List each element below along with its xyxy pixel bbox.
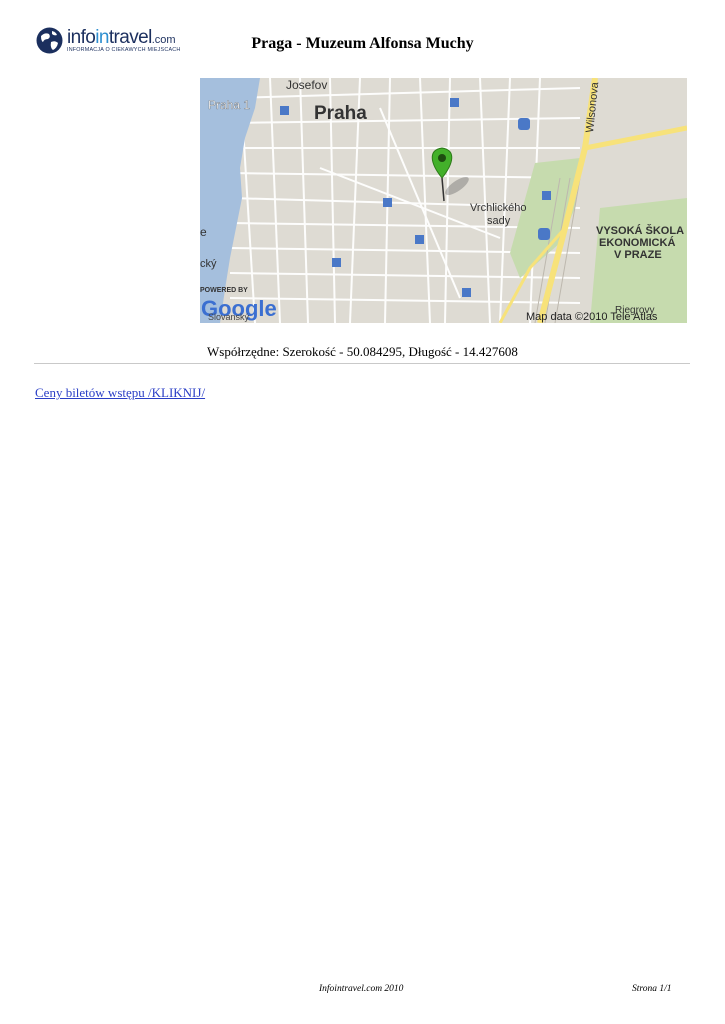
map-label-praha: Praha	[314, 103, 367, 124]
map-label-cut-e: e	[200, 225, 207, 239]
map-credit: Map data ©2010 Tele Atlas	[526, 311, 658, 323]
powered-by-label: POWERED BY	[200, 287, 248, 294]
map-label-vse-2: EKONOMICKÁ	[599, 236, 675, 249]
location-map[interactable]: Josefov Praha 1 Praha Wilsonova Vrchlick…	[200, 78, 687, 323]
footer-site: Infointravel.com 2010	[319, 984, 404, 994]
map-label-vrchlickeho: Vrchlického	[470, 202, 526, 214]
logo-brand-left: info	[67, 27, 96, 48]
divider	[34, 363, 690, 364]
logo-brand-suffix: .com	[151, 34, 176, 46]
logo-brand-mid: in	[95, 27, 109, 48]
ticket-prices-link[interactable]: Ceny biletów wstępu /KLIKNIJ/	[35, 385, 205, 401]
globe-icon	[36, 27, 63, 54]
footer-page-number: Strona 1/1	[632, 984, 672, 994]
map-label-cut-cky: cký	[200, 258, 217, 270]
map-label-praha1: Praha 1	[208, 98, 250, 112]
logo-tagline: INFORMACJA O CIEKAWYCH MIEJSCACH	[67, 47, 181, 53]
map-label-vse-3: V PRAZE	[614, 249, 662, 261]
map-label-josefov: Josefov	[286, 78, 327, 92]
map-canvas: Josefov Praha 1 Praha Wilsonova Vrchlick…	[200, 78, 687, 323]
map-label-bottom-left: Slovanský	[208, 312, 250, 322]
coordinates-text: Współrzędne: Szerokość - 50.084295, Dług…	[207, 344, 518, 359]
page-title: Praga - Muzeum Alfonsa Muchy	[251, 35, 474, 52]
map-label-vse-1: VYSOKÁ ŠKOLA	[596, 224, 684, 237]
logo-brand-right: travel	[108, 27, 152, 48]
site-logo[interactable]: infointravel.com INFORMACJA O CIEKAWYCH …	[36, 27, 186, 57]
map-label-sady: sady	[487, 215, 511, 227]
